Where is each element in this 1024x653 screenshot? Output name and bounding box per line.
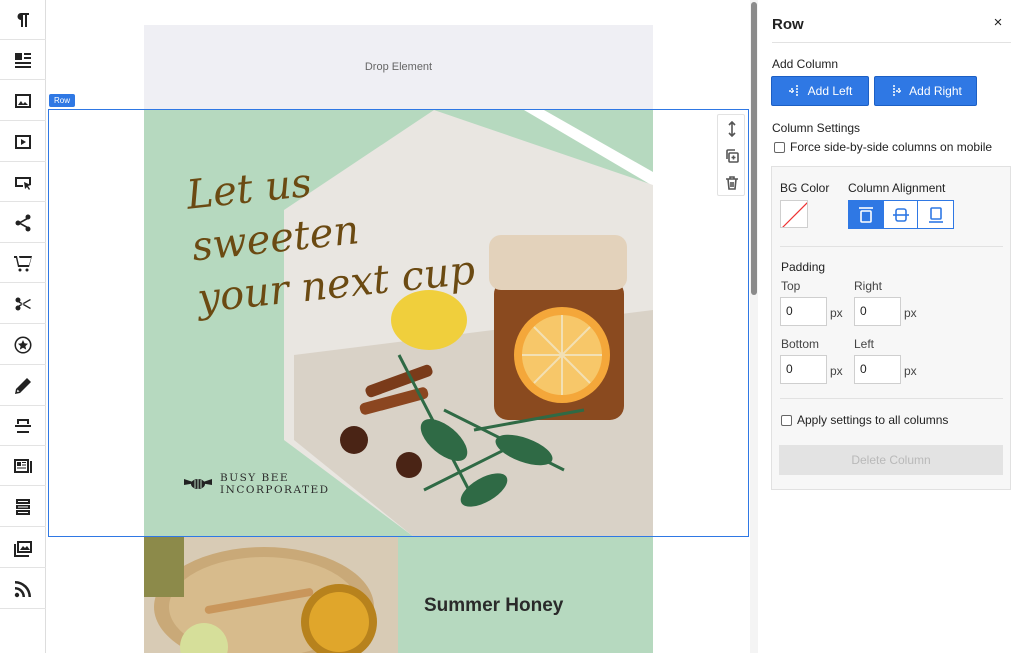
close-icon[interactable]: × bbox=[990, 15, 1006, 31]
vertical-resize-icon bbox=[728, 121, 736, 137]
panel-divider bbox=[772, 42, 1011, 43]
panel-title: Row bbox=[772, 16, 804, 33]
divider-icon bbox=[15, 418, 31, 433]
add-column-right-icon bbox=[893, 85, 903, 97]
force-side-by-side-label: Force side-by-side columns on mobile bbox=[790, 140, 993, 154]
column-settings-label: Column Settings bbox=[772, 121, 861, 135]
bg-color-swatch[interactable] bbox=[780, 200, 808, 228]
settings-divider bbox=[780, 246, 1003, 247]
article-tool[interactable] bbox=[0, 446, 46, 486]
drop-zone[interactable]: Drop Element bbox=[144, 25, 653, 110]
settings-divider-2 bbox=[780, 398, 1003, 399]
padding-bottom-input[interactable]: 0 bbox=[780, 355, 827, 384]
hero-row[interactable]: Let us sweeten your next cup BUSY BEE IN… bbox=[144, 110, 653, 537]
apply-all-checkbox[interactable] bbox=[781, 415, 792, 426]
add-right-button[interactable]: Add Right bbox=[874, 76, 977, 106]
button-icon bbox=[15, 176, 31, 190]
honey-photo bbox=[144, 537, 398, 653]
brand-line-2: INCORPORATED bbox=[220, 484, 330, 496]
no-color-icon bbox=[782, 202, 807, 227]
rss-icon bbox=[14, 580, 31, 597]
stack-tool[interactable] bbox=[0, 487, 46, 527]
star-icon bbox=[14, 336, 32, 353]
cart-icon bbox=[14, 255, 32, 271]
delete-row-button[interactable] bbox=[722, 173, 742, 193]
resize-row-button[interactable] bbox=[722, 119, 742, 139]
padding-right-input[interactable]: 0 bbox=[854, 297, 901, 326]
padding-left-input[interactable]: 0 bbox=[854, 355, 901, 384]
brand-line-1: BUSY BEE bbox=[220, 472, 290, 484]
align-top-icon bbox=[858, 206, 873, 223]
brand-logo: BUSY BEE INCORPORATED bbox=[182, 472, 330, 496]
scroll-thumb[interactable] bbox=[751, 2, 757, 295]
align-middle-icon bbox=[892, 207, 909, 222]
gallery-icon bbox=[14, 540, 32, 557]
video-icon bbox=[15, 134, 31, 149]
cart-tool[interactable] bbox=[0, 243, 46, 283]
pencil-icon bbox=[15, 377, 31, 394]
summer-honey-title: Summer Honey bbox=[424, 595, 564, 616]
share-tool[interactable] bbox=[0, 203, 46, 243]
text-block-tool[interactable] bbox=[0, 40, 46, 80]
padding-left-label: Left bbox=[854, 337, 875, 351]
stack-icon bbox=[16, 498, 30, 515]
scissors-icon bbox=[15, 297, 31, 310]
lower-row[interactable]: Summer Honey bbox=[144, 537, 653, 653]
hero-headline: Let us sweeten your next cup bbox=[184, 139, 499, 326]
column-alignment-label: Column Alignment bbox=[848, 181, 946, 195]
pencil-tool[interactable] bbox=[0, 366, 46, 406]
row-settings-panel: Row × Add Column Add Left Add Right Colu… bbox=[758, 0, 1024, 653]
gallery-tool[interactable] bbox=[0, 528, 46, 568]
padding-label: Padding bbox=[781, 260, 826, 274]
paragraph-tool[interactable] bbox=[0, 0, 46, 40]
force-side-by-side-checkbox[interactable] bbox=[774, 142, 785, 153]
row-tag[interactable]: Row bbox=[49, 94, 76, 107]
bg-color-label: BG Color bbox=[780, 181, 830, 195]
element-toolbar bbox=[0, 0, 46, 653]
image-icon bbox=[15, 93, 31, 108]
delete-column-button[interactable]: Delete Column bbox=[779, 445, 1003, 475]
padding-bottom-label: Bottom bbox=[781, 337, 820, 351]
rss-tool[interactable] bbox=[0, 569, 46, 609]
padding-right-label: Right bbox=[854, 279, 883, 293]
share-icon bbox=[15, 214, 31, 231]
align-bottom-icon bbox=[928, 206, 943, 223]
bee-icon bbox=[184, 479, 212, 489]
image-tool[interactable] bbox=[0, 81, 46, 121]
editor-canvas: Drop Element Let us sweeten your next cu… bbox=[47, 0, 750, 653]
video-tool[interactable] bbox=[0, 122, 46, 162]
align-bottom-button[interactable] bbox=[918, 201, 953, 228]
article-icon bbox=[14, 458, 32, 473]
add-left-button[interactable]: Add Left bbox=[771, 76, 869, 106]
drop-element-label: Drop Element bbox=[364, 61, 433, 73]
star-tool[interactable] bbox=[0, 325, 46, 365]
align-top-button[interactable] bbox=[849, 201, 884, 228]
duplicate-row-button[interactable] bbox=[722, 146, 742, 166]
duplicate-icon bbox=[726, 149, 739, 163]
add-left-label: Add Left bbox=[807, 84, 853, 98]
text-block-icon bbox=[15, 52, 31, 68]
divider-tool[interactable] bbox=[0, 406, 46, 446]
padding-bottom-unit: px bbox=[830, 364, 843, 378]
align-middle-button[interactable] bbox=[883, 201, 919, 228]
add-column-label: Add Column bbox=[772, 57, 839, 71]
padding-top-unit: px bbox=[830, 306, 843, 320]
padding-top-label: Top bbox=[781, 279, 801, 293]
scissors-tool[interactable] bbox=[0, 284, 46, 324]
canvas-scrollbar[interactable] bbox=[750, 0, 758, 653]
padding-right-unit: px bbox=[904, 306, 917, 320]
trash-icon bbox=[726, 176, 738, 190]
padding-left-unit: px bbox=[904, 364, 917, 378]
column-settings-box: BG Color Column Alignment Padding Top Ri… bbox=[771, 166, 1011, 490]
button-tool[interactable] bbox=[0, 162, 46, 202]
add-right-label: Add Right bbox=[909, 84, 962, 98]
paragraph-icon bbox=[17, 12, 29, 27]
apply-all-label: Apply settings to all columns bbox=[797, 413, 949, 427]
padding-top-input[interactable]: 0 bbox=[780, 297, 827, 326]
column-alignment-group bbox=[848, 200, 954, 229]
row-toolbox bbox=[717, 114, 745, 196]
add-column-left-icon bbox=[788, 85, 798, 97]
